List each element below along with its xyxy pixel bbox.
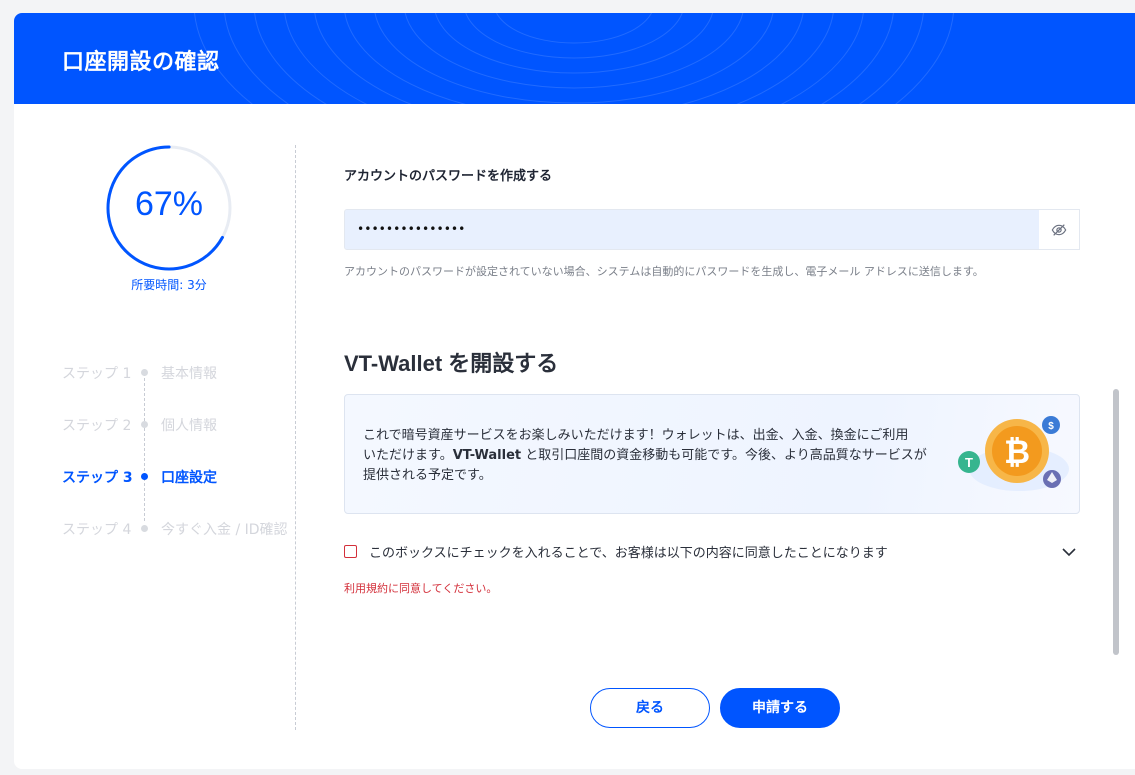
wallet-description: これで暗号資産サービスをお楽しみいただけます！ウォレットは、出金、入金、換金にご…: [363, 426, 953, 486]
submit-button[interactable]: 申請する: [720, 688, 840, 728]
page-title: 口座開設の確認: [62, 50, 220, 75]
step-name: 今すぐ入金 / ID確認: [161, 522, 288, 538]
password-label: アカウントのパスワードを作成する: [344, 169, 553, 184]
wallet-desc-line-3: 提供される予定です。: [363, 468, 492, 483]
wallet-desc-line-2a: いただけます。: [363, 448, 453, 463]
agreement-error: 利用規約に同意してください。: [344, 582, 498, 595]
step-number: ステップ 1: [62, 366, 132, 382]
password-help-text: アカウントのパスワードが設定されていない場合、システムは自動的にパスワードを生成…: [344, 265, 984, 278]
agreement-checkbox[interactable]: [344, 545, 357, 558]
step-dot: [141, 421, 148, 428]
wallet-desc-line-2b: と取引口座間の資金移動も可能です。今後、より高品質なサービスが: [521, 448, 927, 463]
wallet-info-box: これで暗号資産サービスをお楽しみいただけます！ウォレットは、出金、入金、換金にご…: [344, 394, 1080, 514]
step-number: ステップ 3: [62, 470, 133, 486]
wallet-desc-line-1: これで暗号資産サービスをお楽しみいただけます！ウォレットは、出金、入金、換金にご…: [363, 428, 909, 443]
svg-text:₿: ₿: [1004, 434, 1030, 470]
chevron-down-icon[interactable]: [1060, 543, 1078, 561]
steps-connector: [144, 373, 145, 521]
svg-text:$: $: [1048, 421, 1054, 432]
agreement-label[interactable]: このボックスにチェックを入れることで、お客様は以下の内容に同意したことになります: [369, 542, 888, 561]
step-dot: [141, 369, 148, 376]
step-name: 個人情報: [161, 418, 217, 434]
password-field[interactable]: •••••••••••••••: [344, 209, 1080, 250]
progress-percent: 67%: [134, 185, 204, 223]
scrollbar-thumb[interactable]: [1113, 389, 1119, 655]
password-visibility-toggle[interactable]: [1039, 209, 1080, 250]
crypto-coins-illustration: ₿ T $: [958, 416, 1069, 491]
column-divider: [295, 145, 296, 730]
step-dot: [141, 525, 148, 532]
svg-text:T: T: [965, 455, 973, 470]
wallet-desc-brand: VT-Wallet: [452, 448, 522, 463]
step-name: 口座設定: [161, 470, 217, 486]
back-button[interactable]: 戻る: [590, 688, 710, 728]
step-number: ステップ 4: [62, 522, 132, 538]
estimated-time: 所要時間: 3分: [131, 278, 207, 292]
header-banner: 口座開設の確認: [14, 13, 1135, 104]
step-number: ステップ 2: [62, 418, 132, 434]
eye-off-icon: [1051, 223, 1067, 236]
account-confirm-card: 口座開設の確認 67% 所要時間: 3分 ステップ 1 基本情報 ステップ 2 …: [14, 13, 1135, 769]
step-dot: [141, 473, 148, 480]
wallet-title: VT-Wallet を開設する: [344, 351, 559, 376]
step-name: 基本情報: [161, 366, 217, 382]
